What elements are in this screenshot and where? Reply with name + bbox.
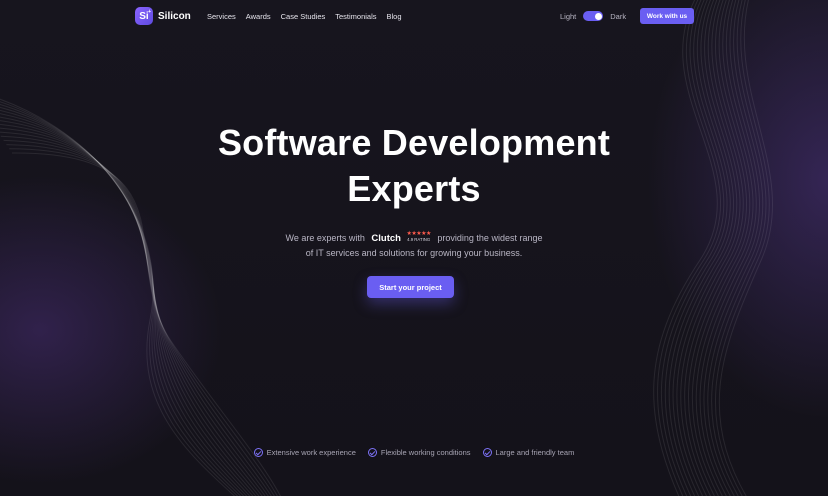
feature-label: Flexible working conditions	[380, 448, 471, 457]
feature-label: Large and friendly team	[495, 448, 575, 457]
feature-item: Flexible working conditions	[367, 448, 471, 457]
nav-case-studies[interactable]: Case Studies	[281, 12, 326, 21]
clutch-logo: Clutch	[371, 233, 401, 244]
theme-dark-label: Dark	[610, 11, 627, 21]
hero-title: Software Development Experts	[0, 120, 828, 212]
hero-title-line2: Experts	[347, 168, 481, 209]
theme-switcher: Light Dark	[560, 11, 626, 21]
theme-light-label: Light	[560, 11, 577, 21]
feature-label: Extensive work experience	[266, 448, 356, 457]
hero-title-line1: Software Development	[217, 122, 611, 163]
clutch-rating: ★★★★★ 4.9 RATING	[406, 230, 431, 243]
desc-line2: of IT services and solutions for growing…	[305, 248, 523, 258]
nav-blog[interactable]: Blog	[387, 12, 402, 21]
feature-item: Large and friendly team	[482, 448, 575, 457]
hero-description: We are experts with Clutch ★★★★★ 4.9 RAT…	[0, 231, 828, 260]
nav-services[interactable]: Services	[207, 12, 236, 21]
brand-name: Silicon	[158, 10, 191, 22]
brand-logo[interactable]: Si + Silicon	[135, 7, 191, 25]
toggle-knob	[594, 12, 602, 20]
start-project-button[interactable]: Start your project	[367, 276, 454, 298]
nav-awards[interactable]: Awards	[246, 12, 271, 21]
work-with-us-button[interactable]: Work with us	[640, 8, 694, 24]
check-circle-icon	[253, 448, 263, 457]
logo-icon: Si +	[135, 7, 153, 25]
theme-toggle[interactable]	[583, 11, 604, 21]
clutch-badge[interactable]: Clutch ★★★★★ 4.9 RATING	[371, 230, 431, 246]
site-header: Si + Silicon Services Awards Case Studies…	[0, 0, 828, 33]
feature-list: Extensive work experience Flexible worki…	[0, 448, 828, 457]
nav-testimonials[interactable]: Testimonials	[335, 12, 376, 21]
desc-after: providing the widest range	[437, 233, 543, 243]
main-nav: Services Awards Case Studies Testimonial…	[207, 12, 402, 21]
rating-label: 4.9 RATING	[407, 236, 431, 242]
rating-stars-icon: ★★★★★	[406, 230, 431, 237]
check-circle-icon	[367, 448, 377, 457]
desc-before: We are experts with	[285, 233, 365, 243]
hero-section: Software Development Experts	[0, 120, 828, 212]
check-circle-icon	[482, 448, 492, 457]
feature-item: Extensive work experience	[253, 448, 356, 457]
